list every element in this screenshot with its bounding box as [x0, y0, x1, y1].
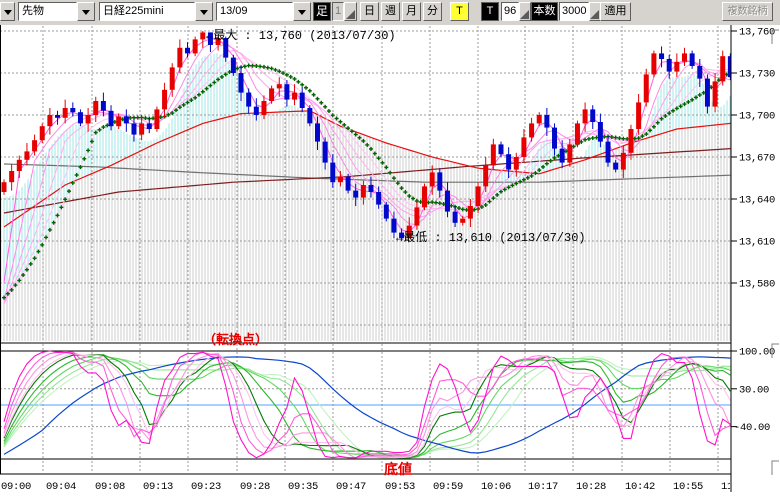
- price-and-rci-chart: 13,760 13,730 13,700 13,670 13,640 13,610 13,5…: [0, 0, 780, 500]
- interval-value: 1: [332, 2, 344, 21]
- tick-count-spinner[interactable]: 96: [501, 2, 529, 21]
- oscillator-axis-label: 100.00: [739, 347, 775, 359]
- chart-application-window: 先物 日経225mini 13/09 足 1 日 週 月 分 T T 96 本数…: [0, 0, 780, 500]
- period-button-minute[interactable]: 分: [423, 2, 442, 21]
- dropdown-arrow-glyph: [82, 10, 90, 19]
- price-axis-label: 13,670: [739, 153, 775, 165]
- oscillator-axis-label: 30.00: [739, 384, 769, 396]
- dropdown-arrow-icon[interactable]: [293, 2, 311, 21]
- max-price-annotation: ←最大 : 13,760 (2013/07/30): [206, 26, 396, 43]
- tick-count-label: T: [481, 2, 499, 21]
- bar-count-label: 本数: [531, 2, 558, 21]
- instrument-value: 日経225mini: [99, 2, 195, 21]
- dropdown-arrow-glyph: [200, 10, 208, 19]
- period-button-day[interactable]: 日: [360, 2, 379, 21]
- time-axis-label: 10:55: [673, 481, 703, 493]
- time-axis-label: 11:07: [721, 481, 751, 493]
- min-price-annotation: ←最低 : 13,610 (2013/07/30): [396, 228, 586, 245]
- apply-button[interactable]: 適用: [600, 2, 631, 21]
- bar-count-value: 3000: [559, 2, 589, 21]
- dropdown-arrow-icon: [4, 10, 12, 19]
- time-axis-label: 09:47: [336, 481, 366, 493]
- tick-count-value: 96: [501, 2, 519, 21]
- oscillator-axis-label: -40.00: [734, 422, 770, 434]
- time-axis-label: 09:59: [433, 481, 463, 493]
- time-axis-label: 09:13: [143, 481, 173, 493]
- dropdown-arrow-glyph: [298, 10, 306, 19]
- spinner-triangle-icon[interactable]: [344, 2, 357, 21]
- instrument-select[interactable]: 日経225mini: [99, 2, 213, 21]
- price-axis-label: 13,730: [739, 69, 775, 81]
- time-axis-label: 09:00: [1, 481, 31, 493]
- bottom-price-annotation: 底値: [384, 459, 412, 479]
- turning-point-annotation: （転換点）: [203, 329, 268, 348]
- multi-symbol-button[interactable]: 複数銘柄: [722, 2, 773, 21]
- time-axis-label: 09:08: [95, 481, 125, 493]
- dropdown-arrow-icon[interactable]: [195, 2, 213, 21]
- period-button-week[interactable]: 週: [381, 2, 400, 21]
- time-axis-label: 10:06: [481, 481, 511, 493]
- time-axis-label: 10:28: [576, 481, 606, 493]
- instrument-type-value: 先物: [18, 2, 77, 21]
- price-axis-label: 13,610: [739, 237, 775, 249]
- pane-grip-icon: [772, 461, 779, 475]
- time-axis-label: 10:17: [528, 481, 558, 493]
- time-axis-label: 09:23: [191, 481, 221, 493]
- price-axis-label: 13,640: [739, 195, 775, 207]
- triangle-glyph: [590, 10, 599, 19]
- triangle-glyph: [346, 10, 355, 19]
- price-axis-label: 13,760: [739, 27, 775, 39]
- spinner-triangle-icon[interactable]: [519, 2, 531, 21]
- toolbar: 先物 日経225mini 13/09 足 1 日 週 月 分 T T 96 本数…: [0, 0, 780, 25]
- time-axis-label: 09:53: [385, 481, 415, 493]
- dropdown-arrow-icon[interactable]: [77, 2, 95, 21]
- bar-count-spinner[interactable]: 3000: [559, 2, 598, 21]
- time-axis-label: 10:42: [625, 481, 655, 493]
- instrument-type-select[interactable]: 先物: [18, 2, 95, 21]
- time-axis-label: 09:35: [288, 481, 318, 493]
- contract-month-select[interactable]: 13/09: [216, 2, 311, 21]
- triangle-glyph: [520, 10, 529, 19]
- period-button-tick[interactable]: T: [450, 2, 469, 21]
- time-axis-label: 09:04: [46, 481, 76, 493]
- interval-spinner[interactable]: 1: [332, 2, 357, 21]
- price-axis-label: 13,580: [739, 279, 775, 291]
- period-button-month[interactable]: 月: [402, 2, 421, 21]
- price-axis-label: 13,700: [739, 111, 775, 123]
- contract-month-value: 13/09: [216, 2, 293, 21]
- time-axis-label: 09:28: [240, 481, 270, 493]
- bar-type-label: 足: [313, 2, 331, 21]
- edge-dropdown-arrow-button[interactable]: [0, 2, 15, 21]
